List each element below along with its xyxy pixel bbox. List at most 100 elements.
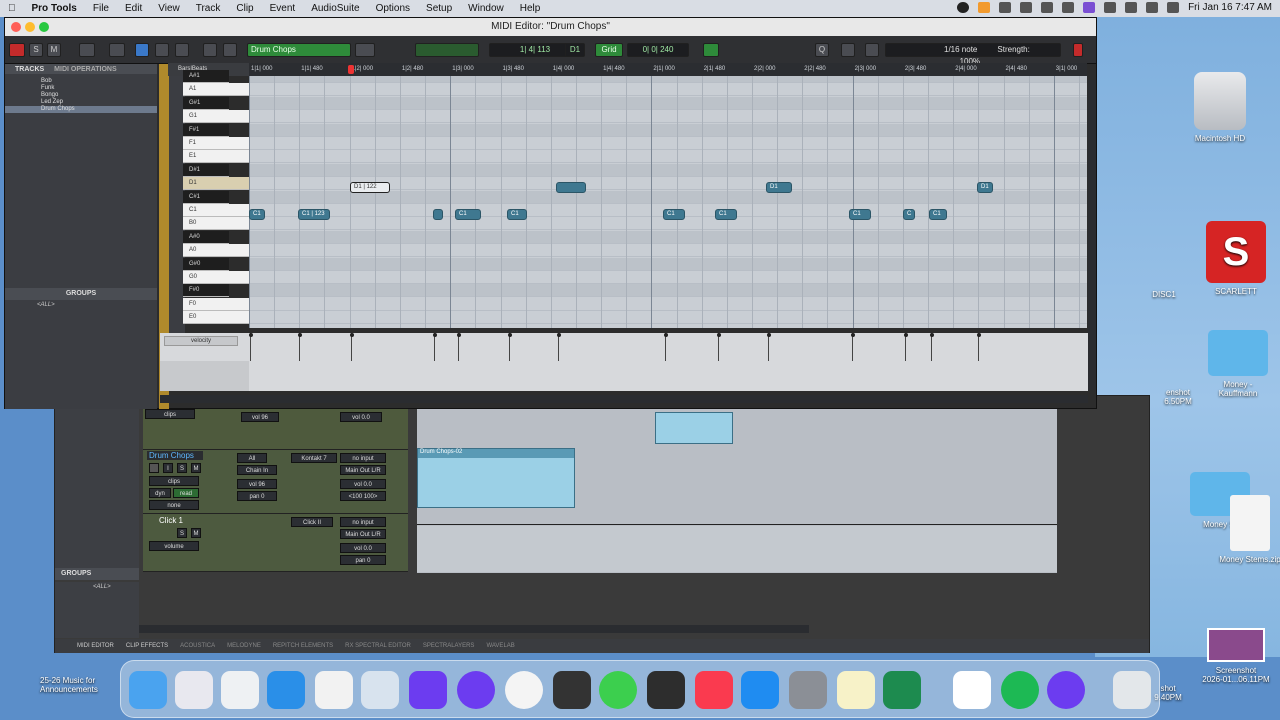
velocity-stem[interactable] [299, 333, 300, 361]
desktop-item-disc[interactable]: DISC1 [1124, 290, 1204, 299]
input-selector[interactable]: no input [340, 517, 386, 527]
tab-midi-editor[interactable]: MIDI EDITOR [77, 643, 114, 649]
track-header-upper[interactable]: clips vol 96 vol 0.0 [143, 408, 408, 450]
track-name-click[interactable]: Click 1 [159, 516, 183, 525]
velocity-handle[interactable] [556, 333, 561, 337]
tab-repitch[interactable]: REPITCH ELEMENTS [273, 643, 333, 649]
desktop-item-music[interactable]: 25-26 Music for Announcements [40, 676, 130, 694]
menu-view[interactable]: View [150, 3, 188, 14]
desktop-item-money-zip[interactable]: Money Stems.zip [1210, 495, 1280, 564]
midi-note[interactable]: C1 [849, 209, 871, 220]
piano-key[interactable]: F0 [183, 297, 249, 311]
velocity-handle[interactable] [456, 333, 461, 337]
timeline-ruler[interactable]: 1|1| 000 1|1| 480 1|2| 000 1|2| 480 1|3| 000… [249, 63, 1087, 76]
edit-mode-selector[interactable] [415, 43, 479, 57]
midi-note[interactable]: C1 [715, 209, 737, 220]
piano-key[interactable]: B0 [183, 217, 249, 231]
control-center-icon[interactable] [1146, 2, 1159, 13]
midi-note[interactable]: C1 [929, 209, 947, 220]
midi-editor-titlebar[interactable]: MIDI Editor: "Drum Chops" [5, 18, 1096, 36]
close-button[interactable] [11, 22, 21, 32]
siri-icon[interactable] [1167, 2, 1180, 13]
midi-note[interactable]: C1 [249, 209, 265, 220]
solo-button[interactable]: S [177, 463, 187, 473]
velocity-stem[interactable] [458, 333, 459, 361]
velocity-handle[interactable] [903, 333, 908, 337]
launchpad-icon[interactable] [175, 671, 213, 709]
midi-note[interactable] [556, 182, 586, 193]
clock[interactable]: Fri Jan 16 7:47 AM [1188, 2, 1272, 13]
velocity-stem[interactable] [931, 333, 932, 361]
guitar-app-icon[interactable] [647, 671, 685, 709]
spotify-icon[interactable] [1001, 671, 1039, 709]
midi-note[interactable]: D1 | 122 [350, 182, 390, 193]
piano-key[interactable]: A#0 [183, 230, 229, 244]
compressor-icon[interactable] [553, 671, 591, 709]
menu-clip[interactable]: Clip [228, 3, 261, 14]
mute-button[interactable]: M [191, 528, 201, 538]
velocity-handle[interactable] [929, 333, 934, 337]
chain-in[interactable]: Chain In [237, 465, 277, 475]
click-track-lane[interactable] [417, 526, 1057, 572]
edit-groups-all[interactable]: <ALL> [55, 582, 139, 638]
clips-view[interactable]: clips [149, 476, 199, 486]
tab-midi-operations[interactable]: MIDI OPERATIONS [54, 66, 116, 73]
piano-key[interactable]: C#1 [183, 190, 229, 204]
wifi-icon[interactable] [1104, 2, 1117, 13]
selector-tool-icon[interactable] [155, 43, 169, 57]
piano-roll-grid[interactable]: D1 | 122 D1 D1 C1 C1 | 123 C1 C1 C1 C1 C1 C C1 [249, 76, 1087, 328]
midi-note[interactable]: D1 [977, 182, 993, 193]
avid-icon-2[interactable] [1047, 671, 1085, 709]
pen-app-icon[interactable] [409, 671, 447, 709]
insert-click[interactable]: Click II [291, 517, 333, 527]
midi-note[interactable]: C1 | 123 [298, 209, 330, 220]
note-value[interactable]: 1/16 note [944, 45, 977, 54]
piano-key[interactable]: D#1 [183, 163, 229, 177]
piano-key[interactable]: F#0 [183, 284, 229, 298]
plugin-app-icon[interactable] [883, 671, 921, 709]
chrome-icon[interactable] [505, 671, 543, 709]
volume-view[interactable]: volume [149, 541, 199, 551]
notes-icon[interactable] [837, 671, 875, 709]
trim-tool-icon[interactable] [135, 43, 149, 57]
track-list-item[interactable]: Bongo [5, 92, 157, 99]
menu-app[interactable]: Pro Tools [24, 3, 85, 14]
piano-key[interactable]: C1 [183, 204, 249, 217]
velocity-stem[interactable] [978, 333, 979, 361]
track-list-item-selected[interactable]: Drum Chops [5, 106, 157, 113]
battery-icon[interactable] [1062, 2, 1075, 13]
desktop-item-screenshot1[interactable]: enshot 6.50PM [1148, 388, 1208, 406]
velocity-handle[interactable] [349, 333, 354, 337]
piano-key[interactable]: F1 [183, 137, 249, 150]
piano-key[interactable]: D1 [183, 177, 249, 191]
zoom-button[interactable] [39, 22, 49, 32]
mute-button[interactable]: M [191, 463, 201, 473]
track-name-drum-chops[interactable]: Drum Chops [147, 451, 203, 460]
search-icon[interactable] [1125, 2, 1138, 13]
velocity-stem[interactable] [852, 333, 853, 361]
midi-keyboard-icon[interactable] [703, 43, 719, 57]
menu-event[interactable]: Event [262, 3, 304, 14]
horizontal-scrollbar[interactable] [139, 625, 809, 633]
velocity-handle[interactable] [766, 333, 771, 337]
photos-icon[interactable] [315, 671, 353, 709]
track-header-drum-chops[interactable]: Drum Chops I S M clips dyn read none All… [143, 450, 408, 514]
velocity-handle[interactable] [976, 333, 981, 337]
link-app-icon[interactable] [953, 671, 991, 709]
velocity-selector[interactable]: velocity [164, 336, 238, 346]
clip-drum-chops[interactable]: Drum Chops-02 [417, 448, 575, 508]
midi-note[interactable] [433, 209, 443, 220]
tab-wavelab[interactable]: WAVELAB [486, 643, 514, 649]
menu-file[interactable]: File [85, 3, 117, 14]
menu-window[interactable]: Window [460, 3, 512, 14]
gear-icon[interactable] [865, 43, 879, 57]
velocity-stem[interactable] [509, 333, 510, 361]
tab-rx[interactable]: RX SPECTRAL EDITOR [345, 643, 411, 649]
groups-all[interactable]: <ALL> [37, 302, 55, 308]
menu-setup[interactable]: Setup [418, 3, 460, 14]
track-list-item[interactable]: Led Zep [5, 99, 157, 106]
velocity-stem[interactable] [558, 333, 559, 361]
midi-vertical-scrollbar[interactable] [1088, 80, 1096, 390]
vpn-icon[interactable] [999, 2, 1012, 13]
velocity-handle[interactable] [432, 333, 437, 337]
